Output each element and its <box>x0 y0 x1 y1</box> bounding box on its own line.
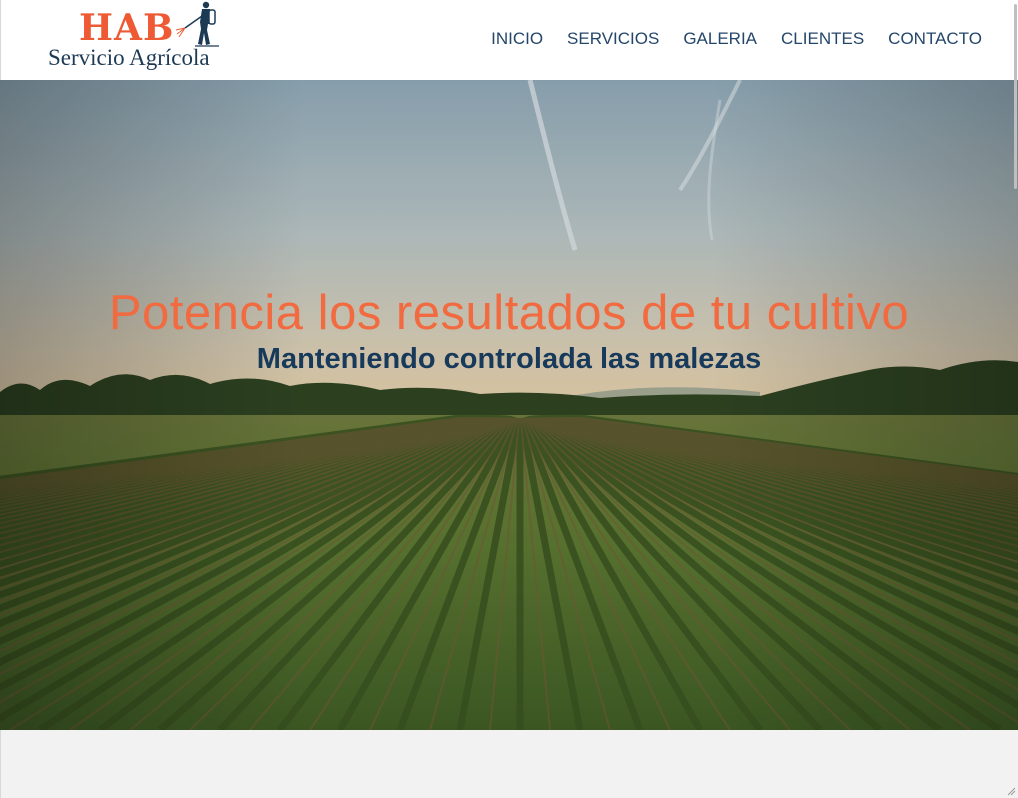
hero-subtitle: Manteniendo controlada las malezas <box>256 343 762 375</box>
nav-item-contacto[interactable]: CONTACTO <box>888 28 982 50</box>
crop-field-photo <box>0 80 1018 730</box>
hero-title: Potencia los resultados de tu cultivo <box>108 286 910 340</box>
nav-item-galeria[interactable]: GALERIA <box>683 28 757 50</box>
main-nav: INICIO SERVICIOS GALERIA CLIENTES CONTAC… <box>491 28 982 50</box>
nav-item-servicios[interactable]: SERVICIOS <box>567 28 659 50</box>
scrollbar[interactable] <box>1014 0 1018 798</box>
resize-grip-icon[interactable] <box>1006 786 1016 796</box>
logo[interactable]: HAB Servicio Agrícola <box>47 0 227 78</box>
logo-brand-name: HAB <box>79 7 175 49</box>
site-header: HAB Servicio Agrícola INICIO SERVICIOS G… <box>0 0 1018 80</box>
scrollbar-thumb[interactable] <box>1014 4 1017 189</box>
nav-item-inicio[interactable]: INICIO <box>491 28 543 50</box>
logo-tagline: Servicio Agrícola <box>48 45 210 70</box>
hero-banner: Potencia los resultados de tu cultivo Ma… <box>0 80 1018 730</box>
content-section <box>0 730 1018 798</box>
sprayer-worker-icon <box>175 1 219 47</box>
nav-item-clientes[interactable]: CLIENTES <box>781 28 864 50</box>
